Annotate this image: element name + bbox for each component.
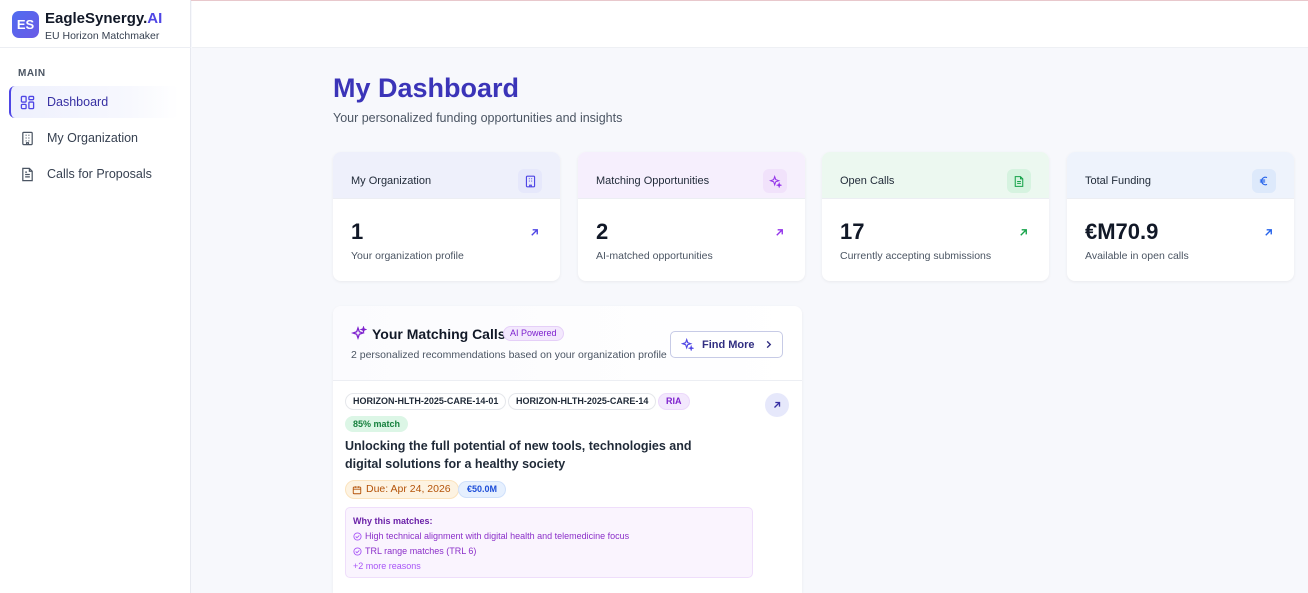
- page-title: My Dashboard: [333, 73, 520, 103]
- sidebar-item-label: Dashboard: [47, 95, 109, 109]
- stat-card-value: 1: [351, 219, 364, 244]
- document-icon: [1007, 169, 1031, 193]
- call-type-tag: RIA: [658, 393, 690, 410]
- stat-card-description: Currently accepting submissions: [840, 250, 992, 262]
- due-date-text: Due: Apr 24, 2026: [366, 483, 451, 495]
- stat-card-label: My Organization: [351, 175, 432, 187]
- matching-calls-header: Your Matching Calls AI Powered 2 persona…: [333, 306, 802, 381]
- stat-card-header: Total Funding: [1067, 152, 1294, 199]
- matching-calls-subtitle: 2 personalized recommendations based on …: [351, 349, 667, 361]
- call-topic-tag: HORIZON-HLTH-2025-CARE-14: [508, 393, 657, 410]
- check-circle-icon: [353, 546, 362, 556]
- brand-header[interactable]: ES EagleSynergy.AI EU Horizon Matchmaker: [0, 0, 191, 48]
- chevron-right-icon: [764, 340, 773, 349]
- funding-amount-badge: €50.0M: [458, 481, 507, 498]
- why-matches-box: Why this matches: High technical alignme…: [345, 507, 753, 578]
- stat-card-my-organization[interactable]: My Organization 1 Your organization prof…: [333, 152, 560, 281]
- stat-card-value: 17: [840, 219, 865, 244]
- stat-card-label: Total Funding: [1085, 175, 1152, 187]
- app-logo: ES: [12, 11, 39, 38]
- nav-section-label: MAIN: [18, 68, 46, 79]
- match-score-badge: 85% match: [345, 416, 409, 432]
- top-bar: [192, 1, 1308, 48]
- grid-icon: [19, 94, 35, 110]
- stat-card-total-funding[interactable]: Total Funding €M70.9 Available in open c…: [1067, 152, 1294, 281]
- page-subtitle: Your personalized funding opportunities …: [333, 111, 623, 125]
- find-more-label: Find More: [702, 338, 755, 351]
- stat-card-label: Open Calls: [840, 175, 895, 187]
- sidebar-item-my-organization[interactable]: My Organization: [9, 122, 179, 154]
- why-matches-title: Why this matches:: [353, 516, 433, 526]
- sparkles-icon: [681, 338, 694, 351]
- app-name: EagleSynergy.AI: [45, 10, 162, 27]
- stat-card-description: Available in open calls: [1085, 250, 1189, 262]
- sparkles-icon: [763, 169, 787, 193]
- building-icon: [518, 169, 542, 193]
- sidebar: ES EagleSynergy.AI EU Horizon Matchmaker…: [0, 0, 191, 593]
- ai-powered-badge: AI Powered: [503, 326, 564, 341]
- sidebar-item-label: My Organization: [47, 131, 139, 145]
- stat-card-description: AI-matched opportunities: [596, 250, 713, 262]
- app-name-main: EagleSynergy.: [45, 10, 148, 27]
- app-subtitle: EU Horizon Matchmaker: [45, 30, 160, 42]
- match-reason: TRL range matches (TRL 6): [353, 546, 476, 556]
- stat-card-open-calls[interactable]: Open Calls 17 Currently accepting submis…: [822, 152, 1049, 281]
- open-call-button[interactable]: [765, 393, 789, 417]
- match-reason: High technical alignment with digital he…: [353, 531, 629, 541]
- stat-card-label: Matching Opportunities: [596, 175, 710, 187]
- calendar-icon: [352, 485, 362, 495]
- document-icon: [19, 166, 35, 182]
- match-reason-text: High technical alignment with digital he…: [365, 531, 630, 541]
- arrow-up-right-icon: [1263, 225, 1274, 243]
- match-reason-text: TRL range matches (TRL 6): [365, 546, 477, 556]
- arrow-up-right-icon: [1018, 225, 1029, 243]
- matching-calls-title: Your Matching Calls: [372, 326, 506, 342]
- more-reasons-link[interactable]: +2 more reasons: [353, 561, 421, 571]
- check-circle-icon: [353, 531, 362, 541]
- stat-card-value: €M70.9: [1085, 219, 1159, 244]
- building-icon: [19, 130, 35, 146]
- stat-card-value: 2: [596, 219, 609, 244]
- sidebar-item-calls-for-proposals[interactable]: Calls for Proposals: [9, 158, 179, 190]
- arrow-up-right-icon: [529, 225, 540, 243]
- sparkles-icon: [351, 325, 368, 347]
- sidebar-item-dashboard[interactable]: Dashboard: [9, 86, 179, 118]
- stat-card-header: My Organization: [333, 152, 560, 199]
- app-name-ai: AI: [147, 10, 163, 27]
- stat-card-description: Your organization profile: [351, 250, 464, 262]
- call-title[interactable]: Unlocking the full potential of new tool…: [345, 437, 725, 473]
- due-date-badge: Due: Apr 24, 2026: [345, 480, 459, 499]
- stat-card-header: Open Calls: [822, 152, 1049, 199]
- matching-calls-panel: Your Matching Calls AI Powered 2 persona…: [333, 306, 802, 593]
- sidebar-item-label: Calls for Proposals: [47, 167, 152, 181]
- find-more-button[interactable]: Find More: [670, 331, 783, 358]
- call-id-tag: HORIZON-HLTH-2025-CARE-14-01: [345, 393, 507, 410]
- arrow-up-right-icon: [774, 225, 785, 243]
- stat-card-header: Matching Opportunities: [578, 152, 805, 199]
- stat-card-matching-opportunities[interactable]: Matching Opportunities 2 AI-matched oppo…: [578, 152, 805, 281]
- euro-icon: [1252, 169, 1276, 193]
